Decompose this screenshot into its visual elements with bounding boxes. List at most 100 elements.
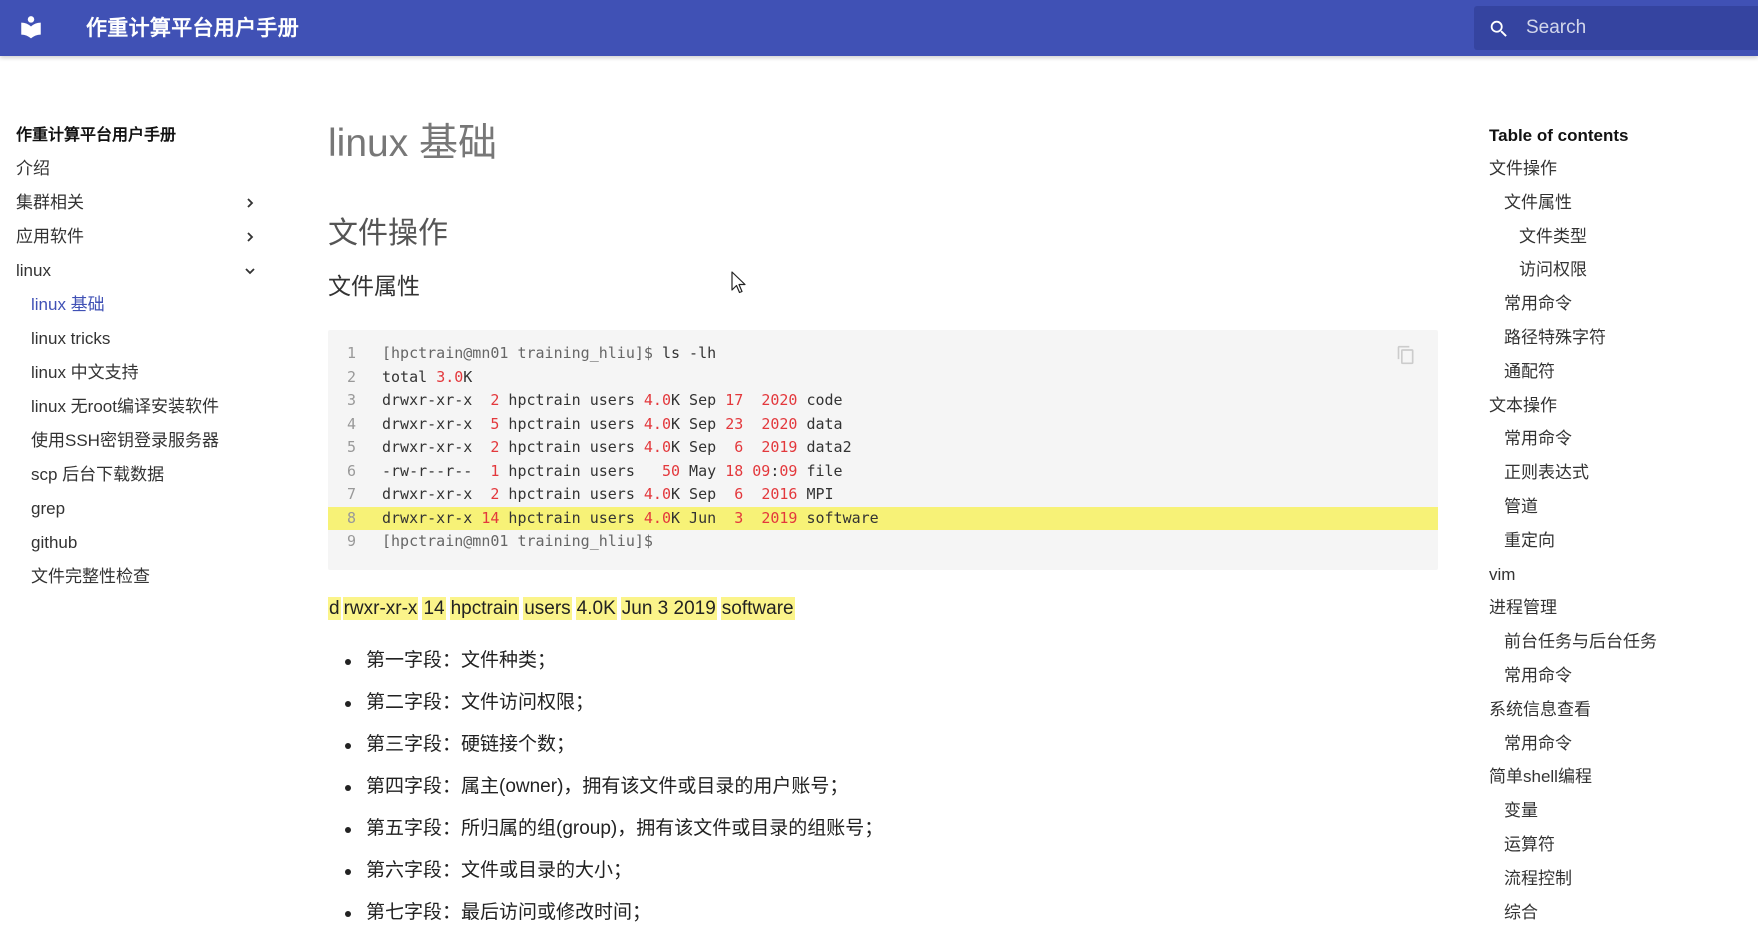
toc-link[interactable]: 管道: [1489, 492, 1749, 526]
nav-item-label: grep: [31, 499, 66, 518]
nav-item[interactable]: 应用软件: [16, 222, 276, 256]
toc-list: 文件操作 文件属性 文件类型 访问权限 常用命令 路径特殊字符 通配符 文本操作 常用命令 正则表…: [1489, 154, 1749, 931]
nav-item[interactable]: github: [16, 528, 276, 562]
nav-item[interactable]: scp 后台下载数据: [16, 460, 276, 494]
code-text: drwxr-xr-x 14 hpctrain users 4.0K Jun 3 …: [382, 508, 879, 527]
nav-item-label: linux 无root编译安装软件: [31, 397, 219, 416]
toc-link[interactable]: 系统信息查看: [1489, 695, 1749, 729]
toc-link[interactable]: 运算符: [1489, 830, 1749, 864]
toc-link[interactable]: 路径特殊字符: [1489, 323, 1749, 357]
toc-link[interactable]: 简单shell编程: [1489, 762, 1749, 796]
field-token: software: [720, 597, 795, 620]
code-block: 1 [hpctrain@mn01 training_hliu]$ ls -lh 2 t…: [328, 330, 1438, 570]
line-number: 5: [346, 438, 356, 456]
toc-link[interactable]: 文件属性: [1489, 188, 1749, 222]
nav-item-label: linux tricks: [31, 329, 111, 348]
line-number: 8: [346, 508, 356, 527]
toc-link[interactable]: 文件操作: [1489, 154, 1749, 188]
chevron-right-icon[interactable]: [244, 231, 256, 243]
main-content: linux 基础 文件操作 文件属性 1 [hpctrain@mn01 train…: [328, 118, 1438, 934]
nav-item[interactable]: linux tricks: [16, 324, 276, 358]
code-line: 1 [hpctrain@mn01 training_hliu]$ ls -lh: [328, 342, 1438, 366]
code-text: drwxr-xr-x 2 hpctrain users 4.0K Sep 17 …: [382, 391, 843, 409]
line-number: 9: [346, 532, 356, 550]
code-line: 4 drwxr-xr-x 5 hpctrain users 4.0K Sep 23…: [328, 413, 1438, 437]
nav-item-label: 应用软件: [16, 227, 84, 246]
nav-item[interactable]: linux 无root编译安装软件: [16, 392, 276, 426]
toc-link[interactable]: 变量: [1489, 796, 1749, 830]
nav-item-label: linux 基础: [31, 295, 105, 314]
line-number: 4: [346, 414, 356, 433]
field-token: users: [523, 597, 572, 620]
toc-link[interactable]: 文件类型: [1489, 222, 1749, 256]
toc-link[interactable]: 综合: [1489, 898, 1749, 932]
nav-item[interactable]: 集群相关: [16, 188, 276, 222]
toc-link[interactable]: 进程管理: [1489, 593, 1749, 627]
code-line: 8 drwxr-xr-x 14 hpctrain users 4.0K Jun 3…: [328, 506, 1438, 530]
list-item: 第一字段：文件种类；: [328, 640, 1438, 682]
code-text: drwxr-xr-x 2 hpctrain users 4.0K Sep 6 2…: [382, 438, 852, 456]
code-text: [hpctrain@mn01 training_hliu]$: [382, 532, 653, 550]
toc-link[interactable]: 访问权限: [1489, 255, 1749, 289]
primary-nav: 作重计算平台用户手册 介绍集群相关应用软件 linux linux 基础 linux …: [16, 122, 276, 596]
field-token: hpctrain: [449, 597, 520, 620]
code-line: 7 drwxr-xr-x 2 hpctrain users 4.0K Sep 6 …: [328, 483, 1438, 507]
toc-link[interactable]: 文本操作: [1489, 391, 1749, 425]
nav-item-label: 集群相关: [16, 193, 84, 212]
nav-item[interactable]: 介绍: [16, 154, 276, 188]
nav-item[interactable]: linux: [16, 256, 276, 290]
code-text: [hpctrain@mn01 training_hliu]$ ls -lh: [382, 344, 717, 362]
field-token: rwxr-xr-x: [342, 597, 419, 620]
toc-link[interactable]: 流程控制: [1489, 864, 1749, 898]
toc-link[interactable]: 常用命令: [1489, 729, 1749, 763]
subsection-heading: 文件属性: [328, 273, 420, 299]
toc-link[interactable]: 常用命令: [1489, 661, 1749, 695]
nav-item-label: scp 后台下载数据: [31, 465, 165, 484]
list-item: 第二字段：文件访问权限；: [328, 682, 1438, 724]
code-line: 6 -rw-r--r-- 1 hpctrain users 50 May 18 0…: [328, 460, 1438, 484]
toc-link[interactable]: 重定向: [1489, 526, 1749, 560]
toc-link[interactable]: 常用命令: [1489, 289, 1749, 323]
field-token: 14: [422, 597, 446, 620]
toc-link[interactable]: 常用命令: [1489, 424, 1749, 458]
search-icon: [1490, 20, 1507, 37]
toc-link[interactable]: 正则表达式: [1489, 458, 1749, 492]
nav-item-label: github: [31, 533, 78, 552]
page-title: linux 基础: [328, 122, 498, 165]
line-number: 3: [346, 391, 356, 409]
search-input[interactable]: [1526, 6, 1746, 50]
toc-link[interactable]: vim: [1489, 560, 1749, 594]
nav-item[interactable]: linux 中文支持: [16, 358, 276, 392]
nav-item[interactable]: 使用SSH密钥登录服务器: [16, 426, 276, 460]
list-item: 第七字段：最后访问或修改时间；: [328, 892, 1438, 934]
code-line: 9 [hpctrain@mn01 training_hliu]$: [328, 530, 1438, 554]
list-item: 第三字段：硬链接个数；: [328, 724, 1438, 766]
code-lines: 1 [hpctrain@mn01 training_hliu]$ ls -lh 2 t…: [328, 342, 1438, 554]
chevron-down-icon[interactable]: [244, 265, 256, 277]
toc-title: Table of contents: [1489, 126, 1629, 145]
book-logo-icon[interactable]: [18, 14, 44, 40]
nav-item-label: 使用SSH密钥登录服务器: [31, 431, 219, 450]
nav-item-label: linux: [16, 261, 51, 280]
toc-link[interactable]: 通配符: [1489, 357, 1749, 391]
list-item: 第六字段：文件或目录的大小；: [328, 850, 1438, 892]
code-line: 3 drwxr-xr-x 2 hpctrain users 4.0K Sep 17…: [328, 389, 1438, 413]
list-item: 第四字段：属主(owner)，拥有该文件或目录的用户账号；: [328, 766, 1438, 808]
line-number: 7: [346, 485, 356, 503]
field-token: d: [328, 597, 341, 620]
nav-item[interactable]: 文件完整性检查: [16, 562, 276, 596]
nav-item-label: 文件完整性检查: [31, 567, 150, 586]
nav-item-label: linux 中文支持: [31, 363, 139, 382]
nav-item[interactable]: linux 基础: [16, 290, 276, 324]
field-list: 第一字段：文件种类； 第二字段：文件访问权限； 第三字段：硬链接个数； 第四字段：属主…: [328, 640, 1438, 934]
top-header: 作重计算平台用户手册: [0, 0, 1758, 56]
toc-link[interactable]: 前台任务与后台任务: [1489, 627, 1749, 661]
code-text: total 3.0K: [382, 367, 473, 386]
nav-title: 作重计算平台用户手册: [16, 127, 177, 144]
nav-item-label: 介绍: [16, 159, 50, 178]
nav-item[interactable]: grep: [16, 494, 276, 528]
chevron-right-icon[interactable]: [244, 197, 256, 209]
site-title[interactable]: 作重计算平台用户手册: [86, 12, 299, 42]
search-box[interactable]: [1474, 6, 1758, 50]
line-number: 2: [346, 367, 356, 386]
